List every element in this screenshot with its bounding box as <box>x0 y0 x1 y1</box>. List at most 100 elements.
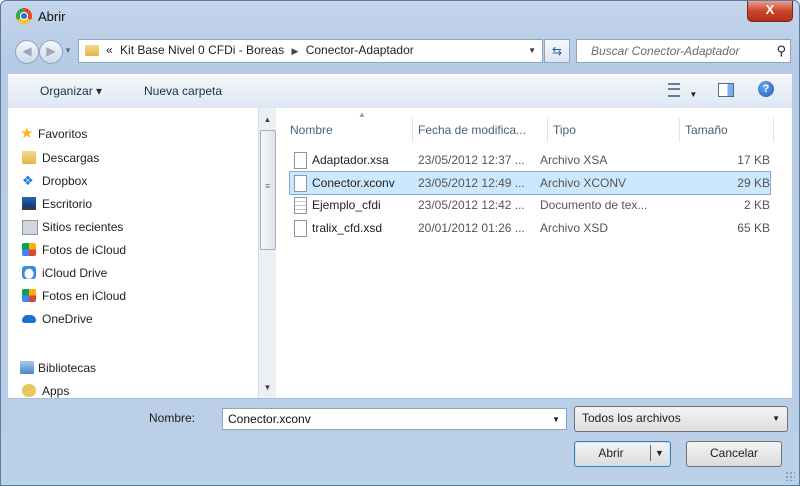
file-list: Nombre ▲ Fecha de modifica... Tipo Tamañ… <box>276 108 792 398</box>
refresh-button[interactable]: ⇆ <box>544 39 570 63</box>
text-file-icon <box>294 197 307 214</box>
file-name: Conector.xconv <box>312 176 395 190</box>
file-date: 23/05/2012 12:49 ... <box>418 176 525 190</box>
file-row[interactable]: Ejemplo_cfdi 23/05/2012 12:42 ... Docume… <box>290 194 770 216</box>
star-icon: ★ <box>20 125 34 142</box>
sidebar-item-label: Dropbox <box>42 174 88 188</box>
sidebar-item-label: Favoritos <box>38 127 88 141</box>
breadcrumb-item-conector-adaptador[interactable]: Conector-Adaptador <box>306 43 414 57</box>
file-icon <box>294 220 307 237</box>
column-divider[interactable] <box>773 118 774 142</box>
chevron-down-icon[interactable]: ▼ <box>552 415 560 424</box>
navigation-scrollbar[interactable]: ▲ ▼ <box>258 108 276 398</box>
file-date: 23/05/2012 12:37 ... <box>418 153 525 167</box>
column-header-size[interactable]: Tamaño <box>685 116 728 144</box>
chrome-icon <box>16 8 32 24</box>
help-icon[interactable]: ? <box>758 81 774 97</box>
chevron-right-icon[interactable]: ▶ <box>291 46 298 56</box>
open-button-label: Abrir <box>598 446 624 460</box>
sidebar-item-label: Fotos de iCloud <box>42 243 127 257</box>
sort-ascending-icon: ▲ <box>358 110 366 119</box>
sidebar-item-fotos-de-icloud[interactable]: Fotos de iCloud <box>22 240 127 260</box>
chevron-down-icon[interactable]: ▼ <box>689 90 697 99</box>
file-type-filter-value: Todos los archivos <box>582 411 681 425</box>
file-icon <box>294 152 307 169</box>
column-header-type[interactable]: Tipo <box>553 116 576 144</box>
sidebar-item-label: OneDrive <box>42 312 93 326</box>
file-row[interactable]: Adaptador.xsa 23/05/2012 12:37 ... Archi… <box>290 149 770 171</box>
file-date: 20/01/2012 01:26 ... <box>418 221 525 235</box>
chevron-down-icon[interactable]: ▼ <box>655 442 664 464</box>
file-row[interactable]: tralix_cfd.xsd 20/01/2012 01:26 ... Arch… <box>290 217 770 239</box>
file-name: Ejemplo_cfdi <box>312 198 381 212</box>
file-size: 2 KB <box>743 198 770 212</box>
file-name: Adaptador.xsa <box>312 153 389 167</box>
navigation-pane[interactable]: ★ Favoritos Descargas ❖ Dropbox Escritor… <box>8 108 258 398</box>
column-header-date[interactable]: Fecha de modifica... <box>418 116 526 144</box>
chevron-down-icon: ▼ <box>772 414 780 423</box>
arrow-left-icon: ◀ <box>22 44 32 58</box>
breadcrumb-item-kit-base[interactable]: Kit Base Nivel 0 CFDi - Boreas <box>120 43 284 57</box>
file-type-filter[interactable]: Todos los archivos ▼ <box>574 406 788 432</box>
forward-button[interactable]: ▶ <box>39 40 63 64</box>
recent-locations-dropdown[interactable]: ▼ <box>64 46 72 55</box>
column-divider[interactable] <box>547 118 548 142</box>
apps-icon <box>22 384 36 397</box>
sidebar-item-onedrive[interactable]: OneDrive <box>22 309 93 329</box>
file-icon <box>294 175 307 192</box>
file-size: 65 KB <box>737 221 770 235</box>
file-name-input[interactable] <box>226 411 540 427</box>
sidebar-item-escritorio[interactable]: Escritorio <box>22 194 93 214</box>
sidebar-item-label: Descargas <box>42 151 100 165</box>
column-divider[interactable] <box>412 118 413 142</box>
recent-places-icon <box>22 220 38 235</box>
breadcrumb-overflow[interactable]: « <box>106 43 113 57</box>
file-type: Archivo XCONV <box>540 176 627 190</box>
dialog-footer: Nombre: ▼ Todos los archivos ▼ Abrir ▼ C… <box>1 399 799 485</box>
open-button[interactable]: Abrir ▼ <box>574 441 671 467</box>
file-name-combobox[interactable]: ▼ <box>222 408 567 430</box>
file-row-selected[interactable]: Conector.xconv 23/05/2012 12:49 ... Arch… <box>289 171 771 195</box>
new-folder-button[interactable]: Nueva carpeta <box>144 84 222 98</box>
sidebar-item-label: iCloud Drive <box>42 266 108 280</box>
scroll-down-icon[interactable]: ▼ <box>259 380 276 396</box>
address-bar[interactable]: « Kit Base Nivel 0 CFDi - Boreas ▶ Conec… <box>78 39 543 63</box>
resize-grip-icon[interactable] <box>785 471 795 481</box>
window-title: Abrir <box>38 9 66 24</box>
column-divider[interactable] <box>679 118 680 142</box>
arrow-right-icon: ▶ <box>46 44 56 58</box>
downloads-icon <box>22 151 36 164</box>
sidebar-item-apps[interactable]: Apps <box>22 381 69 398</box>
sidebar-item-label: Escritorio <box>42 197 93 211</box>
organize-menu[interactable]: Organizar ▾ <box>40 84 102 98</box>
file-type: Archivo XSA <box>540 153 608 167</box>
sidebar-libraries[interactable]: Bibliotecas <box>20 358 96 378</box>
sidebar-item-label: Fotos en iCloud <box>42 289 127 303</box>
folder-icon <box>85 45 99 56</box>
scrollbar-thumb[interactable] <box>260 130 276 250</box>
onedrive-icon <box>22 315 36 323</box>
column-header-name[interactable]: Nombre <box>290 116 333 144</box>
sidebar-item-sitios-recientes[interactable]: Sitios recientes <box>22 217 124 237</box>
sidebar-item-dropbox[interactable]: ❖ Dropbox <box>22 171 88 191</box>
cancel-button[interactable]: Cancelar <box>686 441 782 467</box>
address-dropdown[interactable]: ▼ <box>528 46 536 55</box>
file-size: 17 KB <box>737 153 770 167</box>
back-button[interactable]: ◀ <box>15 40 39 64</box>
sidebar-item-descargas[interactable]: Descargas <box>22 148 100 168</box>
sidebar-item-icloud-drive[interactable]: iCloud Drive <box>22 263 108 283</box>
sidebar-item-fotos-en-icloud[interactable]: Fotos en iCloud <box>22 286 127 306</box>
close-button[interactable]: X <box>747 1 793 22</box>
preview-pane-icon[interactable] <box>718 83 734 97</box>
search-input[interactable] <box>589 43 763 59</box>
search-box[interactable]: ⚲ <box>576 39 791 63</box>
sidebar-favorites[interactable]: ★ Favoritos <box>20 124 88 144</box>
scroll-up-icon[interactable]: ▲ <box>259 112 276 128</box>
file-type: Documento de tex... <box>540 198 648 212</box>
file-size: 29 KB <box>737 176 770 190</box>
file-date: 23/05/2012 12:42 ... <box>418 198 525 212</box>
sidebar-item-label: Sitios recientes <box>42 220 124 234</box>
search-icon[interactable]: ⚲ <box>776 43 786 59</box>
change-view-button[interactable]: ▼ <box>668 83 697 100</box>
refresh-icon: ⇆ <box>551 44 563 58</box>
